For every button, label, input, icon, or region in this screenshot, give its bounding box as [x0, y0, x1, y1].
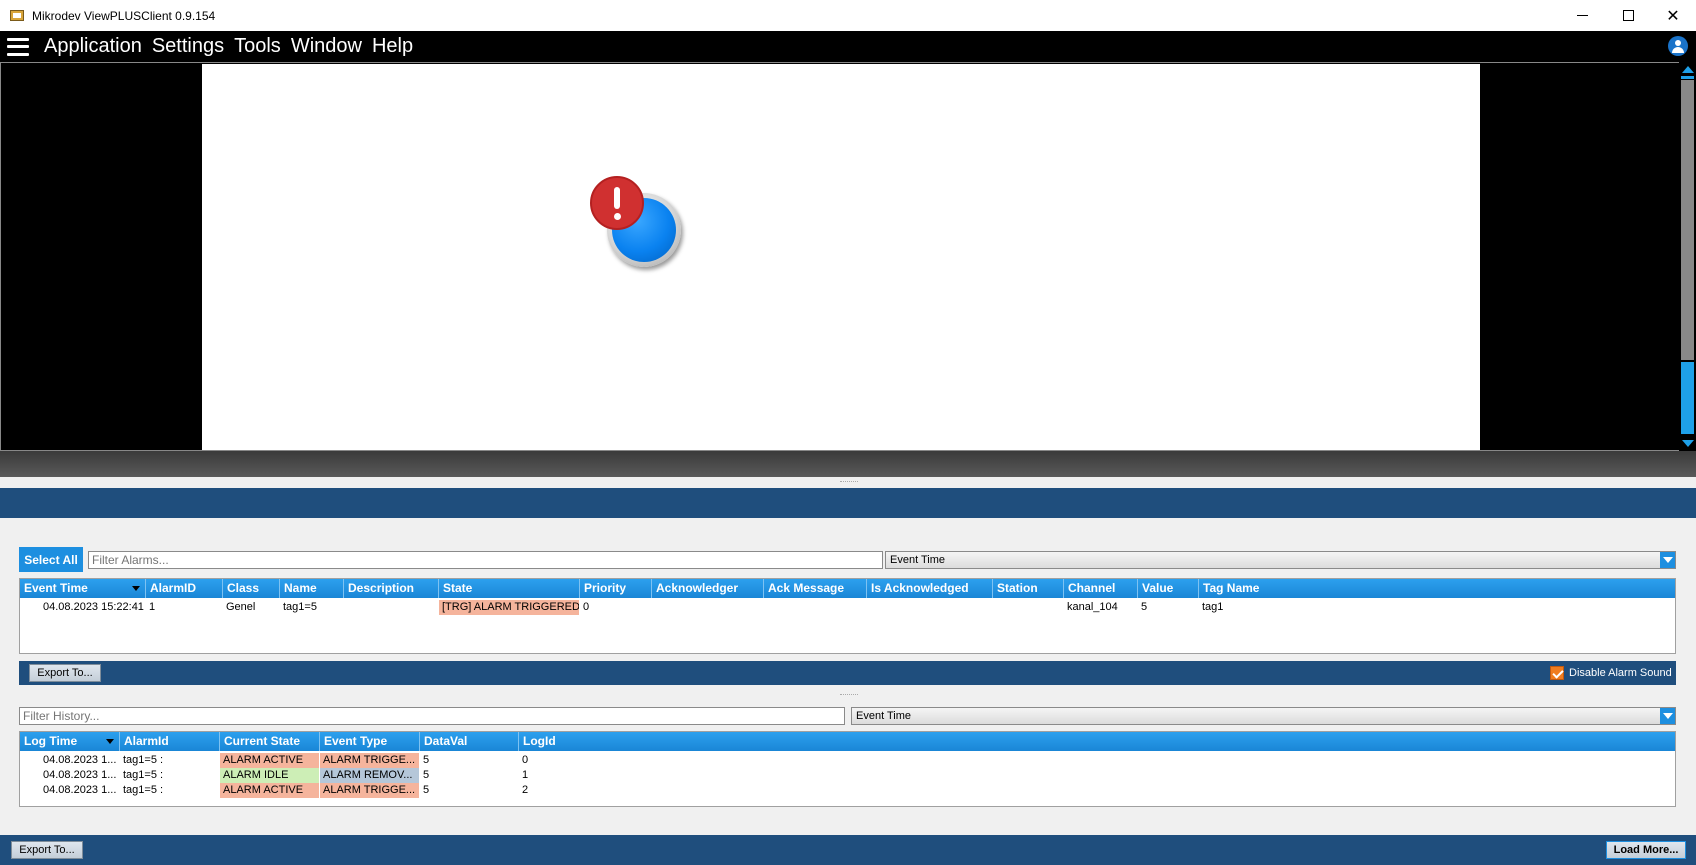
chevron-down-icon[interactable] — [1660, 552, 1675, 568]
col-channel[interactable]: Channel — [1064, 579, 1138, 598]
load-more-button[interactable]: Load More... — [1606, 841, 1686, 859]
col-description[interactable]: Description — [344, 579, 439, 598]
disable-sound-checkbox[interactable] — [1550, 666, 1564, 680]
col-class[interactable]: Class — [223, 579, 280, 598]
cell-current-state: ALARM ACTIVE — [220, 753, 319, 768]
history-table: Log Time AlarmId Current State Event Typ… — [19, 731, 1676, 807]
cell-alarmid: tag1=5 : — [123, 754, 164, 766]
viewer-scrollbar[interactable] — [1679, 62, 1696, 451]
app-icon — [10, 10, 24, 21]
cell-alarmid: tag1=5 : — [123, 769, 164, 781]
history-sort-select[interactable]: Event Time — [851, 707, 1676, 725]
col-station[interactable]: Station — [993, 579, 1064, 598]
alarm-export-bar: Export To... Disable Alarm Sound — [19, 661, 1676, 685]
cell-tag-name: tag1 — [1202, 601, 1224, 613]
splitter-grip-icon[interactable] — [840, 481, 858, 483]
cell-current-state: ALARM ACTIVE — [220, 783, 319, 798]
alarm-table-header: Event Time AlarmID Class Name Descriptio… — [20, 579, 1675, 598]
menu-bar: Application Settings Tools Window Help — [0, 31, 1696, 62]
close-icon: ✕ — [1666, 7, 1680, 25]
col-dataval[interactable]: DataVal — [420, 732, 519, 751]
select-all-button[interactable]: Select All — [19, 547, 83, 572]
title-bar: Mikrodev ViewPLUSClient 0.9.154 ✕ — [0, 0, 1696, 31]
menu-help[interactable]: Help — [367, 31, 418, 62]
col-is-acknowledged[interactable]: Is Acknowledged — [867, 579, 993, 598]
col-current-state[interactable]: Current State — [220, 732, 320, 751]
cell-event-type: ALARM TRIGGE... — [320, 783, 419, 798]
cell-state: [TRG] ALARM TRIGGERED — [439, 600, 579, 615]
chevron-down-icon[interactable] — [1660, 708, 1675, 724]
cell-class: Genel — [226, 601, 256, 613]
cell-event-type: ALARM REMOV... — [320, 768, 419, 783]
col-value[interactable]: Value — [1138, 579, 1199, 598]
cell-current-state: ALARM IDLE — [220, 768, 319, 783]
cell-dataval: 5 — [423, 769, 430, 781]
col-state[interactable]: State — [439, 579, 580, 598]
cell-priority: 0 — [583, 601, 590, 613]
cell-log-time: 04.08.2023 1... — [43, 769, 117, 781]
user-icon[interactable] — [1668, 36, 1688, 56]
cell-alarm-id: 1 — [149, 601, 156, 613]
filter-alarms-input[interactable] — [88, 551, 883, 569]
menu-tools[interactable]: Tools — [229, 31, 286, 62]
col-alarmid[interactable]: AlarmId — [120, 732, 220, 751]
sort-desc-icon — [132, 586, 140, 591]
cell-alarmid: tag1=5 : — [123, 784, 164, 796]
cell-log-time: 04.08.2023 1... — [43, 754, 117, 766]
window-title: Mikrodev ViewPLUSClient 0.9.154 — [32, 8, 216, 23]
cell-logid: 1 — [522, 769, 529, 781]
filter-history-input[interactable] — [19, 707, 845, 725]
minimize-icon — [1576, 15, 1588, 16]
col-tag-name[interactable]: Tag Name — [1199, 579, 1677, 598]
scroll-up-icon[interactable] — [1682, 66, 1694, 73]
hamburger-icon[interactable] — [7, 37, 29, 56]
history-bottom-bar: Export To... Load More... — [0, 835, 1696, 865]
col-event-time[interactable]: Event Time — [20, 579, 146, 598]
sort-desc-icon — [106, 739, 114, 744]
cell-dataval: 5 — [423, 754, 430, 766]
export-history-button[interactable]: Export To... — [11, 841, 83, 859]
alarm-sort-select[interactable]: Event Time — [885, 551, 1676, 569]
col-alarm-id[interactable]: AlarmID — [146, 579, 223, 598]
col-ack-message[interactable]: Ack Message — [764, 579, 867, 598]
menu-window[interactable]: Window — [286, 31, 367, 62]
alarm-toolbar: Select All Event Time — [19, 547, 1676, 572]
exclamation-badge-icon — [590, 176, 644, 230]
col-acknowledger[interactable]: Acknowledger — [652, 579, 764, 598]
col-priority[interactable]: Priority — [580, 579, 652, 598]
cell-logid: 0 — [522, 754, 529, 766]
col-name[interactable]: Name — [280, 579, 344, 598]
cell-event-time: 04.08.2023 15:22:41 — [43, 601, 144, 613]
alarm-sort-value: Event Time — [890, 554, 946, 566]
history-sort-value: Event Time — [856, 710, 912, 722]
menu-settings[interactable]: Settings — [147, 31, 229, 62]
col-logid[interactable]: LogId — [519, 732, 1677, 751]
scroll-thumb[interactable] — [1681, 80, 1694, 360]
export-alarms-button[interactable]: Export To... — [29, 664, 101, 682]
col-event-type[interactable]: Event Type — [320, 732, 420, 751]
menu-application[interactable]: Application — [39, 31, 147, 62]
maximize-button[interactable] — [1605, 0, 1651, 31]
maximize-icon — [1622, 10, 1634, 21]
scroll-down-icon[interactable] — [1682, 440, 1694, 447]
col-log-time[interactable]: Log Time — [20, 732, 120, 751]
cell-event-type: ALARM TRIGGE... — [320, 753, 419, 768]
hmi-canvas — [202, 64, 1480, 450]
history-table-header: Log Time AlarmId Current State Event Typ… — [20, 732, 1675, 751]
alarm-table: Event Time AlarmID Class Name Descriptio… — [19, 578, 1676, 654]
splitter-grip-icon[interactable] — [840, 694, 858, 696]
close-button[interactable]: ✕ — [1650, 0, 1696, 31]
cell-value: 5 — [1141, 601, 1148, 613]
cell-dataval: 5 — [423, 784, 430, 796]
cell-logid: 2 — [522, 784, 529, 796]
disable-sound-label: Disable Alarm Sound — [1569, 667, 1672, 679]
cell-name: tag1=5 — [283, 601, 317, 613]
minimize-button[interactable] — [1559, 0, 1605, 31]
alarm-panel-header — [0, 488, 1696, 518]
cell-log-time: 04.08.2023 1... — [43, 784, 117, 796]
panel-splitter[interactable] — [0, 451, 1696, 477]
cell-channel: kanal_104 — [1067, 601, 1118, 613]
